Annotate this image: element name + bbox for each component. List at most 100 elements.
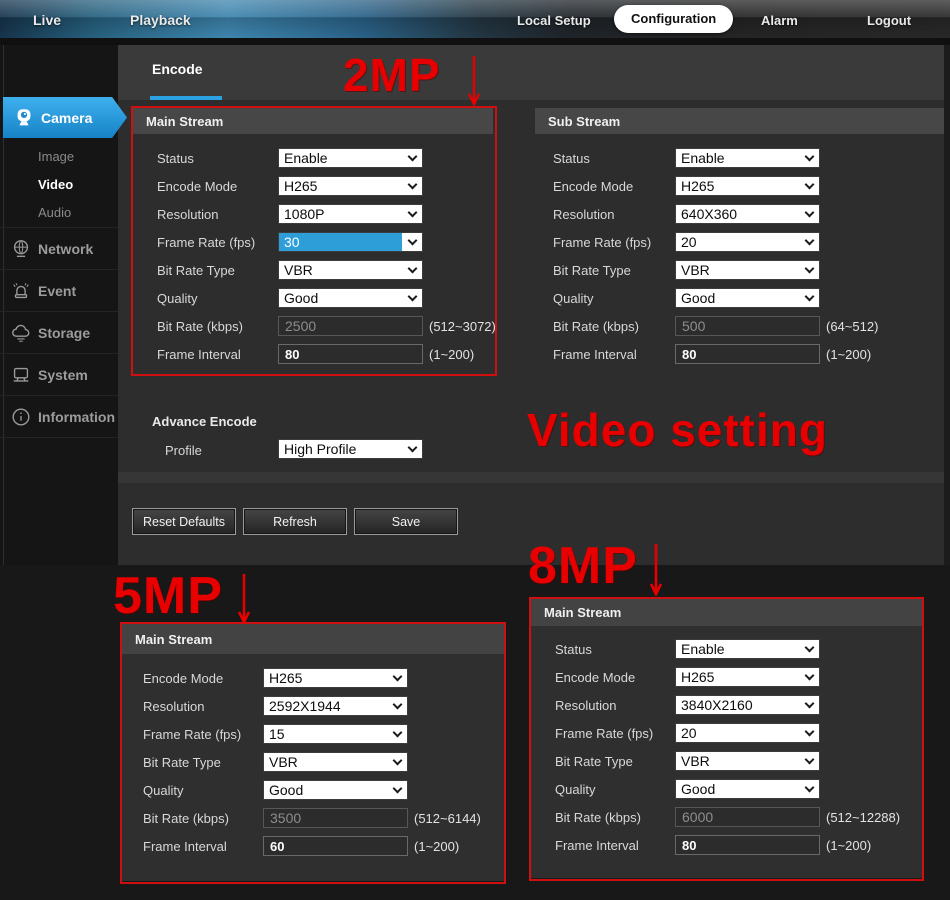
field-label: Bit Rate Type: [157, 262, 235, 278]
form-row: Resolution 3840X2160: [555, 691, 900, 719]
sidebar-item-label: Audio: [38, 204, 72, 220]
camera-icon: [12, 106, 36, 130]
chevron-down-icon: [402, 177, 422, 195]
form-row: Frame Interval 60 (1~200): [143, 832, 481, 860]
select-value: VBR: [681, 262, 710, 278]
form-row: Bit Rate Type VBR: [553, 256, 878, 284]
frame-rate-fps-select[interactable]: 15: [263, 724, 408, 744]
quality-select[interactable]: Good: [675, 779, 820, 799]
field-label: Status: [553, 150, 590, 166]
chevron-down-icon: [402, 205, 422, 223]
nav-item-playback[interactable]: Playback: [130, 12, 191, 28]
system-monitor-icon: [9, 363, 33, 387]
input-value: 500: [682, 318, 706, 334]
bit-rate-type-select[interactable]: VBR: [675, 260, 820, 280]
resolution-select[interactable]: 640X360: [675, 204, 820, 224]
resolution-select[interactable]: 2592X1944: [263, 696, 408, 716]
status-select[interactable]: Enable: [675, 639, 820, 659]
frame-rate-fps-select[interactable]: 30: [278, 232, 423, 252]
sidebar-item-camera[interactable]: Camera: [3, 97, 127, 138]
range-hint: (512~3072): [429, 318, 496, 334]
bit-rate-type-select[interactable]: VBR: [263, 752, 408, 772]
encode-mode-select[interactable]: H265: [675, 176, 820, 196]
field-label: Frame Interval: [555, 837, 639, 853]
chevron-down-icon: [799, 752, 819, 770]
form-row: Resolution 640X360: [553, 200, 878, 228]
bit-rate-type-select[interactable]: VBR: [278, 260, 423, 280]
nav-item-alarm[interactable]: Alarm: [761, 13, 798, 28]
resolution-select[interactable]: 3840X2160: [675, 695, 820, 715]
panel-title: Main Stream: [146, 113, 224, 129]
bit-rate-kbps-input[interactable]: 6000: [675, 807, 820, 827]
nav-item-local-setup[interactable]: Local Setup: [517, 13, 591, 28]
bit-rate-type-select[interactable]: VBR: [675, 751, 820, 771]
sidebar-item-label: Storage: [38, 324, 91, 341]
save-button[interactable]: Save: [354, 508, 458, 535]
field-label: Quality: [555, 781, 596, 797]
field-label: Encode Mode: [157, 178, 238, 194]
frame-rate-fps-select[interactable]: 20: [675, 723, 820, 743]
form-row: Bit Rate (kbps) 2500 (512~3072): [157, 312, 496, 340]
sidebar-item-storage[interactable]: Storage: [0, 311, 118, 353]
chevron-down-icon: [387, 753, 407, 771]
resolution-select[interactable]: 1080P: [278, 204, 423, 224]
field-label: Resolution: [555, 697, 617, 713]
quality-select[interactable]: Good: [278, 288, 423, 308]
sidebar-item-audio[interactable]: Audio: [0, 199, 118, 225]
chevron-down-icon: [402, 289, 422, 307]
nav-item-logout[interactable]: Logout: [867, 13, 911, 28]
sidebar-item-image[interactable]: Image: [0, 143, 118, 169]
select-value: Good: [269, 782, 304, 798]
status-select[interactable]: Enable: [278, 148, 423, 168]
profile-select[interactable]: High Profile: [278, 439, 423, 459]
encode-mode-select[interactable]: H265: [675, 667, 820, 687]
quality-select[interactable]: Good: [263, 780, 408, 800]
sidebar-item-event[interactable]: Event: [0, 269, 118, 311]
form-row: Status Enable: [555, 635, 900, 663]
nav-item-live[interactable]: Live: [33, 12, 61, 28]
bit-rate-kbps-input[interactable]: 2500: [278, 316, 423, 336]
refresh-button[interactable]: Refresh: [243, 508, 347, 535]
field-label: Frame Rate (fps): [157, 234, 256, 250]
select-value: H265: [284, 178, 318, 194]
sidebar-item-information[interactable]: Information: [0, 395, 118, 438]
field-label: Resolution: [553, 206, 615, 222]
form-row: Encode Mode H265: [555, 663, 900, 691]
bit-rate-kbps-input[interactable]: 500: [675, 316, 820, 336]
information-icon: [9, 405, 33, 429]
storage-cloud-icon: [9, 321, 33, 345]
input-value: 60: [270, 838, 285, 854]
frame-interval-input[interactable]: 80: [278, 344, 423, 364]
profile-label: Profile: [165, 443, 202, 458]
encode-mode-select[interactable]: H265: [278, 176, 423, 196]
chevron-down-icon: [799, 668, 819, 686]
input-value: 80: [682, 837, 697, 853]
frame-rate-fps-select[interactable]: 20: [675, 232, 820, 252]
frame-interval-input[interactable]: 80: [675, 835, 820, 855]
frame-interval-input[interactable]: 60: [263, 836, 408, 856]
field-label: Encode Mode: [555, 669, 636, 685]
five-mp-form: Encode Mode H265 Resolution 2592X1944 Frame …: [143, 664, 481, 860]
status-select[interactable]: Enable: [675, 148, 820, 168]
encode-mode-select[interactable]: H265: [263, 668, 408, 688]
field-label: Encode Mode: [143, 670, 224, 686]
sidebar-item-system[interactable]: System: [0, 353, 118, 395]
tab-encode[interactable]: Encode: [152, 61, 203, 77]
form-row: Frame Interval 80 (1~200): [555, 831, 900, 859]
field-label: Bit Rate (kbps): [555, 809, 641, 825]
sub-stream-panel-header: Sub Stream: [535, 108, 944, 134]
frame-interval-input[interactable]: 80: [675, 344, 820, 364]
reset-defaults-button[interactable]: Reset Defaults: [132, 508, 236, 535]
sidebar-item-video[interactable]: Video: [0, 171, 118, 197]
quality-select[interactable]: Good: [675, 288, 820, 308]
form-row: Frame Rate (fps) 15: [143, 720, 481, 748]
select-value: 30: [279, 233, 402, 251]
bit-rate-kbps-input[interactable]: 3500: [263, 808, 408, 828]
sidebar-item-network[interactable]: Network: [0, 227, 118, 269]
range-hint: (1~200): [429, 346, 475, 362]
tab-bar: [118, 45, 950, 100]
tab-active-underline: [150, 96, 222, 100]
field-label: Quality: [553, 290, 594, 306]
nav-item-configuration[interactable]: Configuration: [614, 5, 734, 33]
form-row: Quality Good: [555, 775, 900, 803]
